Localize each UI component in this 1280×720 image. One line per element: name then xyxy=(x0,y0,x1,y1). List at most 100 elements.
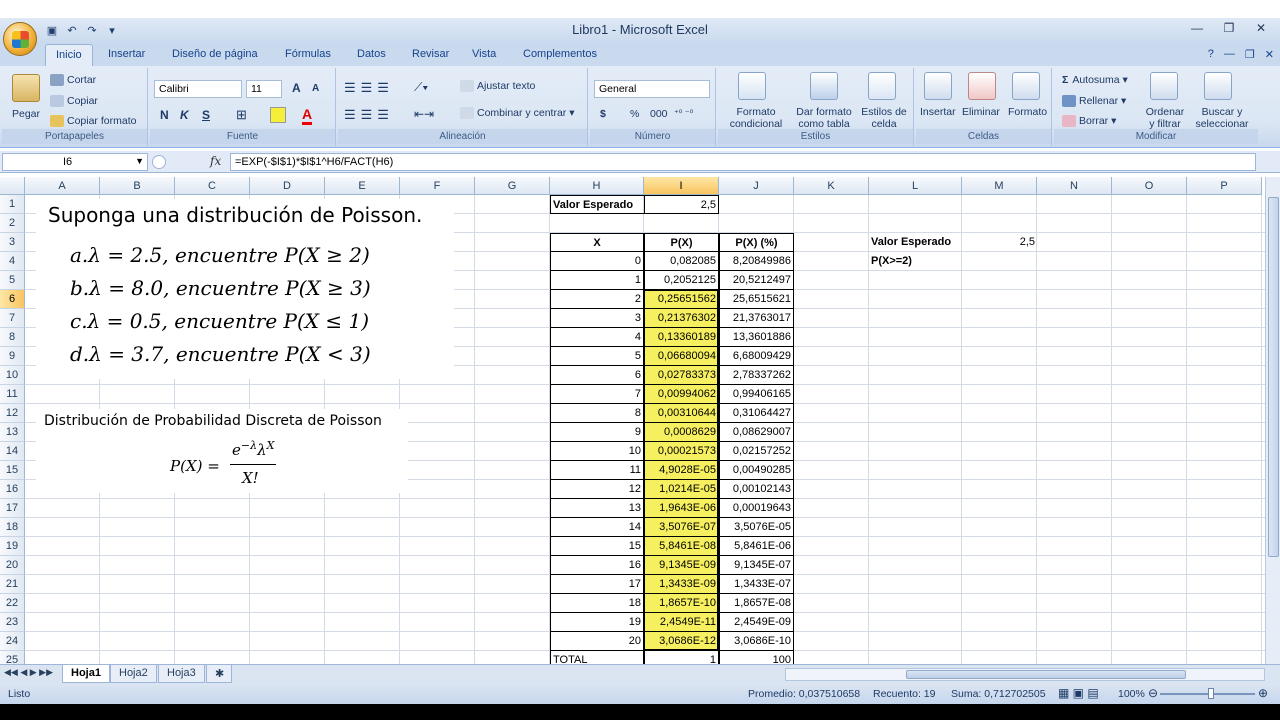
row-header-10[interactable]: 10 xyxy=(0,366,25,385)
close-icon[interactable]: ✕ xyxy=(1246,19,1276,37)
sort-filter-icon[interactable] xyxy=(1150,72,1178,100)
sheet-tab-hoja3[interactable]: Hoja3 xyxy=(158,665,205,683)
row-header-9[interactable]: 9 xyxy=(0,347,25,366)
table-cell-px[interactable]: 2,4549E-11 xyxy=(644,613,719,632)
fill-color-icon[interactable] xyxy=(270,107,286,123)
tab-datos[interactable]: Datos xyxy=(357,48,386,60)
column-header-i[interactable]: I xyxy=(644,177,719,195)
tab-insertar[interactable]: Insertar xyxy=(108,48,145,60)
table-cell-pxpct[interactable]: 3,0686E-10 xyxy=(719,632,794,651)
table-cell-x[interactable]: 14 xyxy=(550,518,644,537)
tab-vista[interactable]: Vista xyxy=(472,48,496,60)
table-cell-pxpct[interactable]: 0,31064427 xyxy=(719,404,794,423)
table-cell-pxpct[interactable]: 0,00490285 xyxy=(719,461,794,480)
grow-font-icon[interactable]: A xyxy=(292,81,301,95)
expected-value-cell[interactable]: 2,5 xyxy=(644,195,719,214)
table-cell-x[interactable]: 4 xyxy=(550,328,644,347)
row-header-3[interactable]: 3 xyxy=(0,233,25,252)
format-cells-button[interactable]: Formato xyxy=(1008,106,1047,118)
row-header-25[interactable]: 25 xyxy=(0,651,25,664)
autosum-button[interactable]: Σ Autosuma ▾ xyxy=(1062,74,1128,86)
sheet-tab-hoja2[interactable]: Hoja2 xyxy=(110,665,157,683)
sheet-nav-icons[interactable]: ◀◀ ◀ ▶ ▶▶ xyxy=(4,667,53,678)
total-pxpct-cell[interactable]: 100 xyxy=(719,651,794,664)
expected-label-cell[interactable]: Valor Esperado xyxy=(550,195,644,214)
side-prob-label[interactable]: P(X>=2) xyxy=(869,252,962,271)
vertical-align-icons[interactable]: ☰☰☰ xyxy=(344,80,394,96)
underline-button[interactable]: S xyxy=(202,108,210,122)
row-header-8[interactable]: 8 xyxy=(0,328,25,347)
table-cell-x[interactable]: 1 xyxy=(550,271,644,290)
column-header-m[interactable]: M xyxy=(962,177,1037,195)
row-header-11[interactable]: 11 xyxy=(0,385,25,404)
table-cell-px[interactable]: 1,8657E-10 xyxy=(644,594,719,613)
table-cell-x[interactable]: 16 xyxy=(550,556,644,575)
table-cell-pxpct[interactable]: 2,78337262 xyxy=(719,366,794,385)
conditional-format-icon[interactable] xyxy=(738,72,766,100)
table-cell-x[interactable]: 17 xyxy=(550,575,644,594)
table-cell-px[interactable]: 4,9028E-05 xyxy=(644,461,719,480)
table-cell-x[interactable]: 19 xyxy=(550,613,644,632)
indent-icons[interactable]: ⇤⇥ xyxy=(414,107,434,121)
minimize-icon[interactable]: — xyxy=(1182,19,1212,37)
poisson-formula-image[interactable]: Distribución de Probabilidad Discreta de… xyxy=(36,409,408,493)
name-box[interactable]: I6 ▼ xyxy=(2,153,148,171)
worksheet-grid[interactable]: A B C D E F G H I J K L M N O P 1 2 3 4 5 6 7 8 9 10 11 12 13 14 15 16 1… xyxy=(0,177,1265,664)
table-cell-px[interactable]: 0,02783373 xyxy=(644,366,719,385)
table-cell-x[interactable]: 6 xyxy=(550,366,644,385)
total-px-cell[interactable]: 1 xyxy=(644,651,719,664)
wb-restore-icon[interactable]: ❐ xyxy=(1245,48,1255,61)
table-cell-px[interactable]: 9,1345E-09 xyxy=(644,556,719,575)
font-size-box[interactable]: 11 xyxy=(246,80,282,98)
number-format-box[interactable]: General xyxy=(594,80,710,98)
row-header-23[interactable]: 23 xyxy=(0,613,25,632)
table-cell-x[interactable]: 11 xyxy=(550,461,644,480)
table-cell-x[interactable]: 5 xyxy=(550,347,644,366)
row-header-14[interactable]: 14 xyxy=(0,442,25,461)
tab-inicio[interactable]: Inicio xyxy=(45,44,93,66)
column-header-k[interactable]: K xyxy=(794,177,869,195)
sort-filter-button[interactable]: Ordenar y filtrar xyxy=(1140,106,1190,130)
delete-cells-icon[interactable] xyxy=(968,72,996,100)
column-header-g[interactable]: G xyxy=(475,177,550,195)
shrink-font-icon[interactable]: A xyxy=(312,83,319,94)
formula-cancel-icon[interactable] xyxy=(152,155,166,169)
help-icon[interactable]: ? xyxy=(1208,48,1214,61)
row-header-24[interactable]: 24 xyxy=(0,632,25,651)
table-cell-x[interactable]: 18 xyxy=(550,594,644,613)
table-cell-x[interactable]: 3 xyxy=(550,309,644,328)
header-x-cell[interactable]: X xyxy=(550,233,644,252)
table-cell-px[interactable]: 0,13360189 xyxy=(644,328,719,347)
tab-revisar[interactable]: Revisar xyxy=(412,48,449,60)
column-header-d[interactable]: D xyxy=(250,177,325,195)
table-cell-pxpct[interactable]: 8,20849986 xyxy=(719,252,794,271)
row-header-12[interactable]: 12 xyxy=(0,404,25,423)
table-cell-px[interactable]: 5,8461E-08 xyxy=(644,537,719,556)
row-header-7[interactable]: 7 xyxy=(0,309,25,328)
column-header-e[interactable]: E xyxy=(325,177,400,195)
horizontal-scroll-thumb[interactable] xyxy=(906,670,1186,679)
find-select-icon[interactable] xyxy=(1204,72,1232,100)
vertical-scroll-thumb[interactable] xyxy=(1268,197,1279,557)
merge-center-button[interactable]: Combinar y centrar ▾ xyxy=(460,107,574,120)
table-cell-x[interactable]: 15 xyxy=(550,537,644,556)
table-cell-px[interactable]: 0,082085 xyxy=(644,252,719,271)
format-table-button[interactable]: Dar formato como tabla xyxy=(792,106,856,130)
column-header-b[interactable]: B xyxy=(100,177,175,195)
table-cell-px[interactable]: 1,0214E-05 xyxy=(644,480,719,499)
row-header-13[interactable]: 13 xyxy=(0,423,25,442)
table-cell-pxpct[interactable]: 6,68009429 xyxy=(719,347,794,366)
tab-diseno-pagina[interactable]: Diseño de página xyxy=(172,48,258,60)
table-cell-pxpct[interactable]: 1,8657E-08 xyxy=(719,594,794,613)
decimal-icons[interactable]: ⁺⁰ ⁻⁰ xyxy=(674,108,693,119)
table-cell-pxpct[interactable]: 25,6515621 xyxy=(719,290,794,309)
italic-button[interactable]: K xyxy=(180,108,189,122)
find-select-button[interactable]: Buscar y seleccionar xyxy=(1190,106,1254,130)
table-cell-pxpct[interactable]: 9,1345E-07 xyxy=(719,556,794,575)
table-cell-pxpct[interactable]: 0,08629007 xyxy=(719,423,794,442)
font-name-box[interactable]: Calibri xyxy=(154,80,242,98)
sheet-tab-hoja1[interactable]: Hoja1 xyxy=(62,665,110,683)
column-header-j[interactable]: J xyxy=(719,177,794,195)
format-painter-button[interactable]: Copiar formato xyxy=(50,115,136,128)
zoom-in-icon[interactable]: ⊕ xyxy=(1258,686,1268,700)
